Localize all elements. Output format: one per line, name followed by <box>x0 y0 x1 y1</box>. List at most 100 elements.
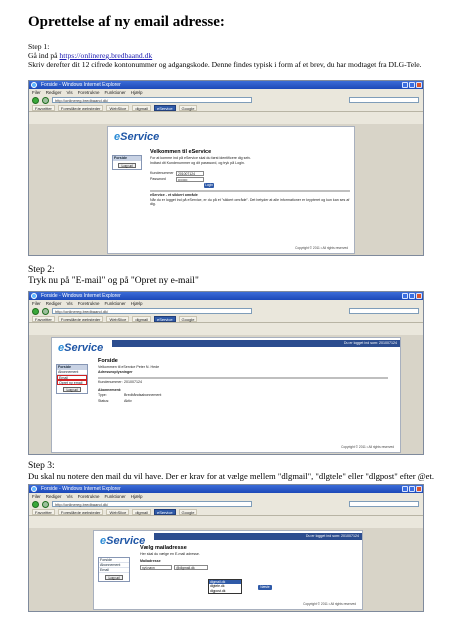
forward-icon[interactable] <box>42 500 49 508</box>
search-input[interactable] <box>349 501 419 507</box>
suggested-sites-link[interactable]: Foreslåede websteder <box>57 315 104 322</box>
menu-edit[interactable]: Rediger <box>46 493 62 500</box>
forward-icon[interactable] <box>42 307 49 315</box>
tab-eservice[interactable]: eService <box>153 104 176 111</box>
menu-favorites[interactable]: Foretrukne <box>78 89 100 96</box>
screenshot-frontpage: Forside - Windows Internet Explorer File… <box>28 291 424 455</box>
tab-eservice[interactable]: eService <box>153 315 176 322</box>
domain-select[interactable]: @dlgmail.dk <box>174 564 208 570</box>
window-titlebar: Forside - Windows Internet Explorer <box>29 292 423 300</box>
favorites-button[interactable]: Favoritter <box>32 508 55 515</box>
window-titlebar: Forside - Windows Internet Explorer <box>29 485 423 493</box>
type-value: Bredbåndsabonnement <box>124 393 162 397</box>
webslice-link[interactable]: WebSlice <box>106 104 130 111</box>
address-bar: http://onlinereg.bredbaand.dk/ <box>29 307 423 315</box>
screenshot-login: Forside - Windows Internet Explorer File… <box>28 80 424 256</box>
webslice-link[interactable]: WebSlice <box>106 508 130 515</box>
minimize-icon[interactable] <box>402 486 408 492</box>
menu-help[interactable]: Hjælp <box>131 300 143 307</box>
maximize-icon[interactable] <box>409 486 415 492</box>
menu-view[interactable]: Vis <box>67 89 73 96</box>
webslice-link[interactable]: WebSlice <box>106 315 130 322</box>
sidebar-item-email[interactable]: Email <box>99 568 129 573</box>
copyright: Copyright © 2011 • All rights reserved <box>341 445 394 449</box>
menu-file[interactable]: Filer <box>32 493 41 500</box>
ie-icon <box>31 486 37 492</box>
dlgmail-link[interactable]: dlgmail <box>132 315 151 322</box>
mail-name-input[interactable]: nyt.navn <box>140 564 172 570</box>
search-input[interactable] <box>349 308 419 314</box>
favorites-button[interactable]: Favoritter <box>32 104 55 111</box>
dlgmail-link[interactable]: dlgmail <box>132 104 151 111</box>
close-icon[interactable] <box>416 82 422 88</box>
domain-option-dlgpost[interactable]: dlgpost.dk <box>209 589 241 593</box>
tab-google[interactable]: Google <box>178 315 198 322</box>
menu-help[interactable]: Hjælp <box>131 493 143 500</box>
menu-file[interactable]: Filer <box>32 89 41 96</box>
sidebar-item-forside[interactable]: Forside <box>113 156 141 161</box>
address-input[interactable]: http://onlinereg.bredbaand.dk/ <box>52 308 252 314</box>
favorites-button[interactable]: Favoritter <box>32 315 55 322</box>
eservice-logo: eService <box>58 342 104 354</box>
menu-tools[interactable]: Funktioner <box>104 493 125 500</box>
suggested-sites-link[interactable]: Foreslåede websteder <box>57 104 104 111</box>
login-button[interactable]: Login <box>204 183 214 188</box>
choose-mail-panel: Vælg mailadresse Her skal du vælge en E-… <box>140 545 350 570</box>
logout-button[interactable]: Log ud <box>63 387 81 392</box>
menu-favorites[interactable]: Foretrukne <box>78 493 100 500</box>
status-row: Status: Aktiv <box>98 399 388 405</box>
close-icon[interactable] <box>416 293 422 299</box>
step2-heading: Step 2: <box>28 265 55 275</box>
ie-icon <box>31 82 37 88</box>
menu-view[interactable]: Vis <box>67 493 73 500</box>
status-value: Aktiv <box>124 399 132 403</box>
onlinereg-link[interactable]: https://onlinereg.bredbaand.dk <box>59 51 152 60</box>
address-input[interactable]: http://onlinereg.bredbaand.dk/ <box>52 501 252 507</box>
next-button[interactable]: Næste <box>258 585 272 590</box>
suggested-sites-link[interactable]: Foreslåede websteder <box>57 508 104 515</box>
menu-edit[interactable]: Rediger <box>46 89 62 96</box>
minimize-icon[interactable] <box>402 293 408 299</box>
type-label: Type: <box>98 393 107 397</box>
maximize-icon[interactable] <box>409 293 415 299</box>
notice-text: Når du er logget ind på eService, er du … <box>150 197 350 206</box>
back-icon[interactable] <box>32 96 39 104</box>
forward-icon[interactable] <box>42 96 49 104</box>
eservice-page: eService Forside Log ud Velkommen til eS… <box>107 126 355 254</box>
menu-edit[interactable]: Rediger <box>46 300 62 307</box>
divider <box>150 190 350 192</box>
password-input[interactable]: •••••••• <box>176 176 204 182</box>
divider <box>98 377 388 379</box>
back-icon[interactable] <box>32 500 39 508</box>
eservice-logo: eService <box>114 131 160 143</box>
maximize-icon[interactable] <box>409 82 415 88</box>
menu-tools[interactable]: Funktioner <box>104 300 125 307</box>
customer-row: Kundenummer: 201007124 <box>98 380 388 386</box>
sidebar-item-opret-email[interactable]: Opret ny email <box>57 380 87 385</box>
customer-value: 201007124 <box>124 380 142 384</box>
tab-google[interactable]: Google <box>178 104 198 111</box>
address-input[interactable]: http://onlinereg.bredbaand.dk/ <box>52 97 252 103</box>
menu-favorites[interactable]: Foretrukne <box>78 300 100 307</box>
close-icon[interactable] <box>416 486 422 492</box>
status-label: Status: <box>98 399 110 403</box>
logout-button[interactable]: Log ud <box>105 575 123 580</box>
address-bar: http://onlinereg.bredbaand.dk/ <box>29 500 423 508</box>
menu-tools[interactable]: Funktioner <box>104 89 125 96</box>
minimize-icon[interactable] <box>402 82 408 88</box>
logout-button[interactable]: Log ud <box>118 163 136 168</box>
menu-help[interactable]: Hjælp <box>131 89 143 96</box>
search-input[interactable] <box>349 97 419 103</box>
eservice-logo: eService <box>100 535 146 547</box>
dlgmail-link[interactable]: dlgmail <box>132 508 151 515</box>
menu-file[interactable]: Filer <box>32 300 41 307</box>
step2-instruction: Tryk nu på "E-mail" og på "Opret ny e-ma… <box>28 276 199 286</box>
tab-eservice[interactable]: eService <box>153 508 176 515</box>
step1-prefix: Gå ind på <box>28 51 60 60</box>
customer-number-input[interactable]: 201007124 <box>176 170 204 176</box>
tab-google[interactable]: Google <box>178 508 198 515</box>
eservice-page: eService Du er logget ind som: 201007124… <box>51 337 401 453</box>
back-icon[interactable] <box>32 307 39 315</box>
menu-view[interactable]: Vis <box>67 300 73 307</box>
frontpage-panel: Forside Velkommen til eService Peter N. … <box>98 358 388 405</box>
